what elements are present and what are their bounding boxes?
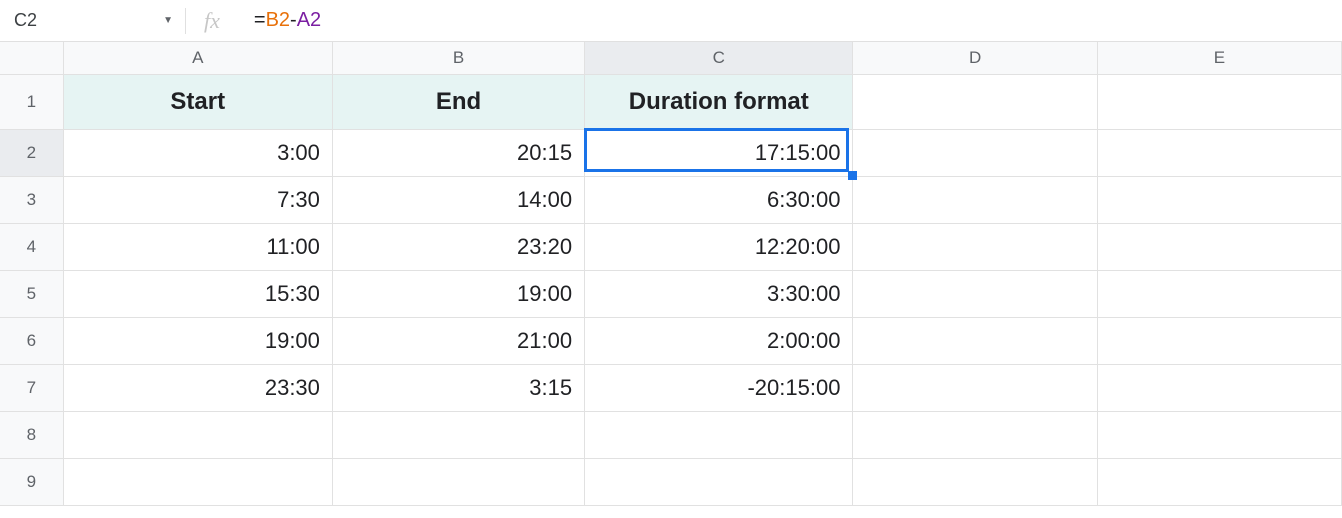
cell-b1[interactable]: End (332, 74, 584, 129)
formula-op: - (290, 9, 297, 32)
cell-d6[interactable] (853, 317, 1097, 364)
cell-e9[interactable] (1097, 458, 1341, 505)
cell-a1[interactable]: Start (63, 74, 332, 129)
col-header-c[interactable]: C (585, 42, 853, 74)
cell-e2[interactable] (1097, 129, 1341, 176)
cell-b6[interactable]: 21:00 (332, 317, 584, 364)
formula-bar: C2 ▼ fx =B2-A2 (0, 0, 1342, 42)
formula-input[interactable]: =B2-A2 (254, 9, 1342, 32)
row-header-1[interactable]: 1 (0, 74, 63, 129)
cell-c5[interactable]: 3:30:00 (585, 270, 853, 317)
formula-eq: = (254, 9, 266, 32)
col-header-b[interactable]: B (332, 42, 584, 74)
col-header-e[interactable]: E (1097, 42, 1341, 74)
cell-d4[interactable] (853, 223, 1097, 270)
cell-b2[interactable]: 20:15 (332, 129, 584, 176)
cell-a9[interactable] (63, 458, 332, 505)
cell-a7[interactable]: 23:30 (63, 364, 332, 411)
select-all-corner[interactable] (0, 42, 63, 74)
cell-b8[interactable] (332, 411, 584, 458)
name-box-value: C2 (12, 10, 37, 31)
formula-ref1: B2 (266, 9, 290, 32)
cell-c3[interactable]: 6:30:00 (585, 176, 853, 223)
cell-e8[interactable] (1097, 411, 1341, 458)
col-header-a[interactable]: A (63, 42, 332, 74)
cell-e3[interactable] (1097, 176, 1341, 223)
cell-c2[interactable]: 17:15:00 (585, 129, 853, 176)
cell-a3[interactable]: 7:30 (63, 176, 332, 223)
cell-b9[interactable] (332, 458, 584, 505)
row-header-8[interactable]: 8 (0, 411, 63, 458)
row-header-3[interactable]: 3 (0, 176, 63, 223)
fx-icon: fx (204, 8, 220, 34)
cell-c6[interactable]: 2:00:00 (585, 317, 853, 364)
formula-ref2: A2 (297, 9, 321, 32)
cell-a6[interactable]: 19:00 (63, 317, 332, 364)
cell-b5[interactable]: 19:00 (332, 270, 584, 317)
row-header-6[interactable]: 6 (0, 317, 63, 364)
divider (185, 8, 186, 34)
cell-d9[interactable] (853, 458, 1097, 505)
cell-d8[interactable] (853, 411, 1097, 458)
cell-d2[interactable] (853, 129, 1097, 176)
cell-e5[interactable] (1097, 270, 1341, 317)
cell-c8[interactable] (585, 411, 853, 458)
cell-b3[interactable]: 14:00 (332, 176, 584, 223)
cell-d3[interactable] (853, 176, 1097, 223)
cell-d1[interactable] (853, 74, 1097, 129)
row-header-5[interactable]: 5 (0, 270, 63, 317)
row-header-7[interactable]: 7 (0, 364, 63, 411)
col-header-d[interactable]: D (853, 42, 1097, 74)
spreadsheet-grid: A B C D E 1 Start End Duration format 2 … (0, 42, 1342, 506)
cell-c7[interactable]: -20:15:00 (585, 364, 853, 411)
cell-e7[interactable] (1097, 364, 1341, 411)
cell-a4[interactable]: 11:00 (63, 223, 332, 270)
cell-b4[interactable]: 23:20 (332, 223, 584, 270)
cell-d5[interactable] (853, 270, 1097, 317)
cell-e4[interactable] (1097, 223, 1341, 270)
cell-a5[interactable]: 15:30 (63, 270, 332, 317)
cell-e6[interactable] (1097, 317, 1341, 364)
cell-e1[interactable] (1097, 74, 1341, 129)
cell-b7[interactable]: 3:15 (332, 364, 584, 411)
cell-c1[interactable]: Duration format (585, 74, 853, 129)
cell-a2[interactable]: 3:00 (63, 129, 332, 176)
fill-handle[interactable] (848, 171, 857, 180)
cell-d7[interactable] (853, 364, 1097, 411)
row-header-9[interactable]: 9 (0, 458, 63, 505)
row-header-4[interactable]: 4 (0, 223, 63, 270)
cell-c4[interactable]: 12:20:00 (585, 223, 853, 270)
cell-a8[interactable] (63, 411, 332, 458)
cell-c9[interactable] (585, 458, 853, 505)
chevron-down-icon[interactable]: ▼ (163, 15, 173, 26)
name-box[interactable]: C2 ▼ (0, 0, 185, 41)
row-header-2[interactable]: 2 (0, 129, 63, 176)
